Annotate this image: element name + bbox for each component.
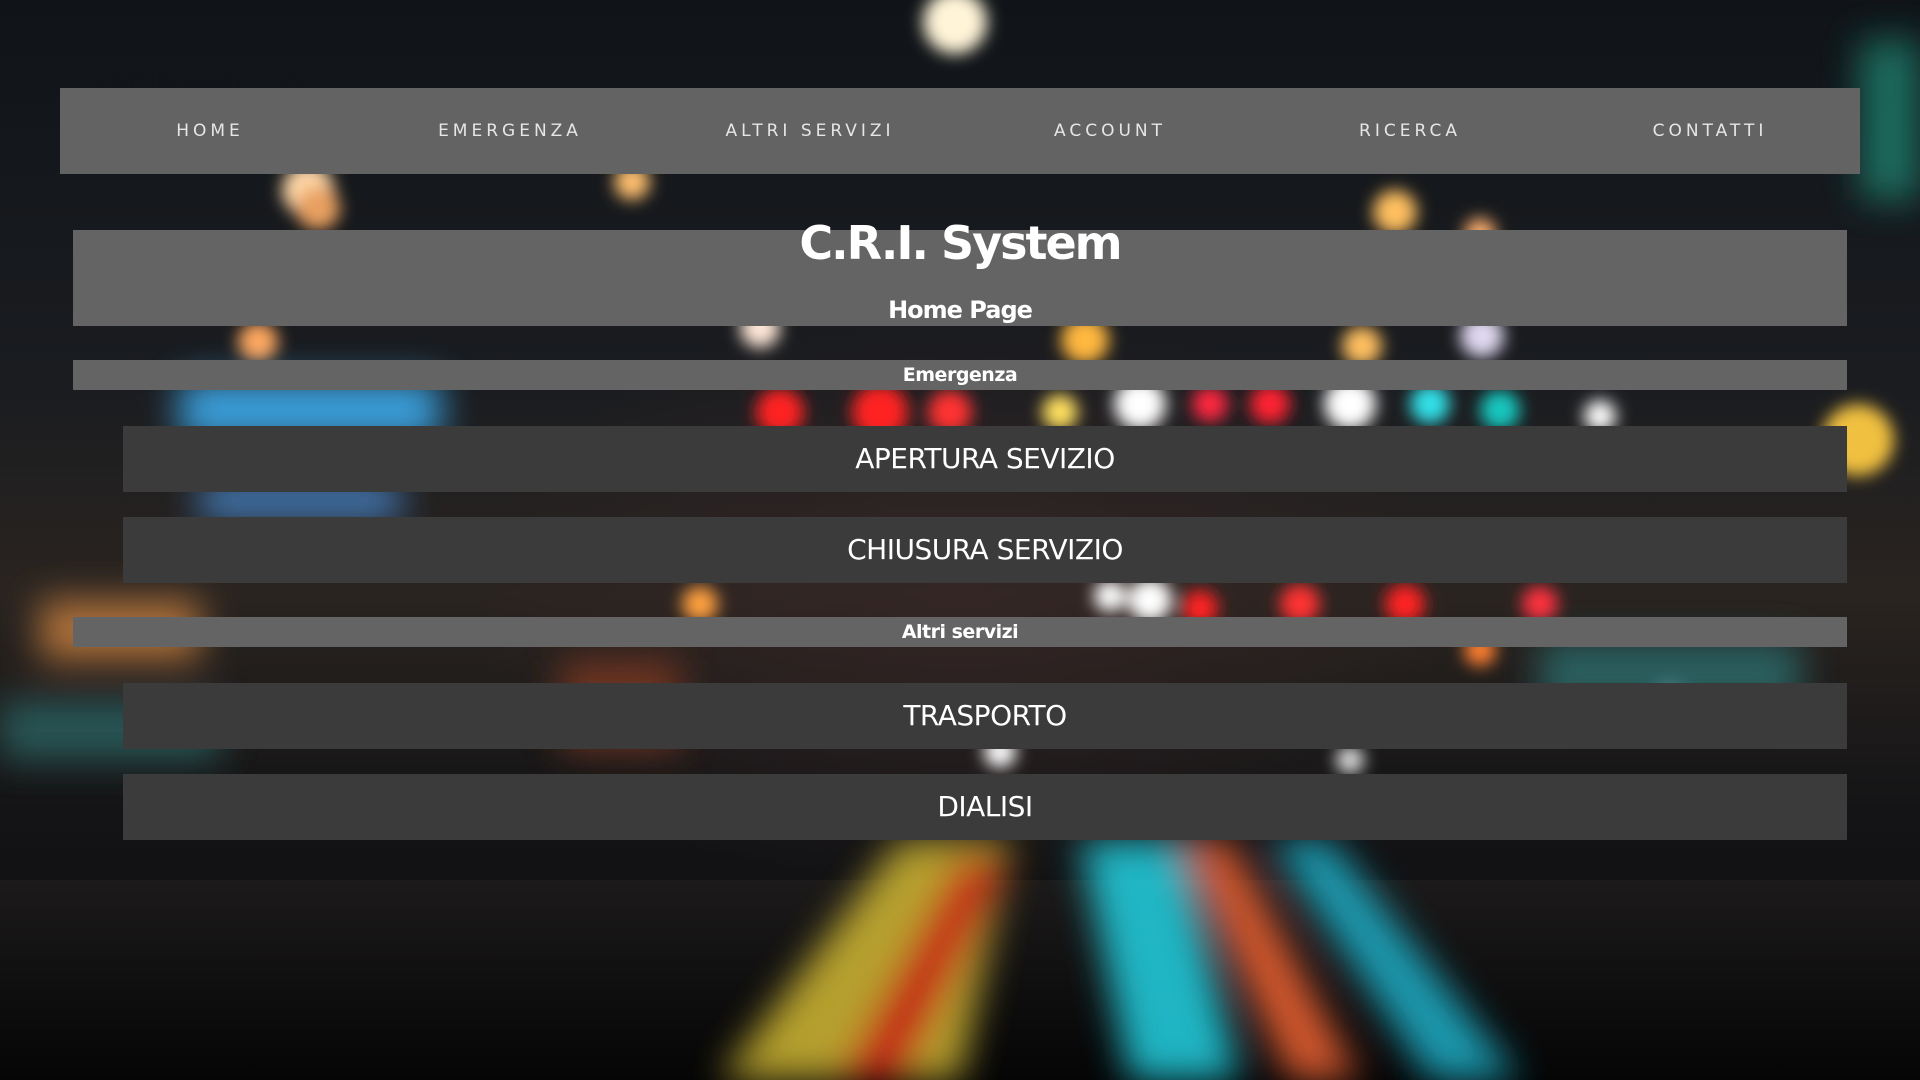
nav-item-account[interactable]: ACCOUNT xyxy=(960,88,1260,174)
main-nav: HOME EMERGENZA ALTRI SERVIZI ACCOUNT RIC… xyxy=(60,88,1860,174)
page-subtitle: Home Page xyxy=(888,296,1033,324)
apertura-servizio-button[interactable]: APERTURA SEVIZIO xyxy=(123,426,1847,492)
nav-item-home[interactable]: HOME xyxy=(60,88,360,174)
trasporto-button[interactable]: TRASPORTO xyxy=(123,683,1847,749)
section-header-emergenza: Emergenza xyxy=(73,360,1847,390)
nav-item-emergenza[interactable]: EMERGENZA xyxy=(360,88,660,174)
nav-item-contatti[interactable]: CONTATTI xyxy=(1560,88,1860,174)
site-title: C.R.I. System xyxy=(799,216,1122,270)
nav-item-ricerca[interactable]: RICERCA xyxy=(1260,88,1560,174)
nav-item-altri-servizi[interactable]: ALTRI SERVIZI xyxy=(660,88,960,174)
chiusura-servizio-button[interactable]: CHIUSURA SERVIZIO xyxy=(123,517,1847,583)
section-header-altri-servizi: Altri servizi xyxy=(73,617,1847,647)
dialisi-button[interactable]: DIALISI xyxy=(123,774,1847,840)
